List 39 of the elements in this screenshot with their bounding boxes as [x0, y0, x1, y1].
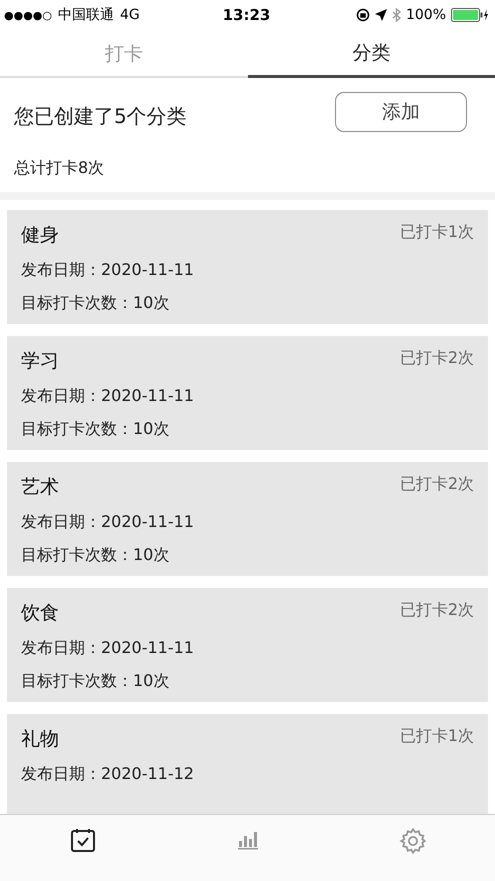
- category-name: 饮食: [21, 601, 59, 626]
- target-count: 目标打卡次数：10次: [21, 419, 170, 440]
- total-checkins-text: 总计打卡8次: [14, 158, 106, 179]
- category-name: 学习: [21, 349, 59, 374]
- clock-time: 13:23: [222, 6, 270, 24]
- checkin-count: 已打卡2次: [400, 600, 474, 621]
- tab[interactable]: 分类: [248, 30, 495, 78]
- calendar-check-icon: [70, 827, 96, 853]
- battery-charging-icon: [451, 8, 489, 22]
- battery-percentage: 100%: [406, 7, 446, 23]
- publish-date: 发布日期：2020-11-11: [21, 386, 195, 407]
- publish-date: 发布日期：2020-11-12: [21, 764, 195, 785]
- publish-date: 发布日期：2020-11-11: [21, 260, 195, 281]
- target-count: 目标打卡次数：10次: [21, 671, 170, 692]
- rotation-lock-icon: [356, 8, 370, 22]
- checkin-count: 已打卡2次: [400, 348, 474, 369]
- category-card[interactable]: 学习 已打卡2次 发布日期：2020-11-11 目标打卡次数：10次: [7, 336, 488, 450]
- add-button[interactable]: 添加: [335, 92, 467, 132]
- location-arrow-icon: [374, 9, 387, 21]
- network-type: 4G: [120, 7, 140, 23]
- checkin-count: 已打卡1次: [400, 726, 474, 747]
- category-name: 艺术: [21, 475, 59, 500]
- category-card[interactable]: 饮食 已打卡2次 发布日期：2020-11-11 目标打卡次数：10次: [7, 588, 488, 702]
- checkin-count: 已打卡2次: [400, 474, 474, 495]
- category-card[interactable]: 礼物 已打卡1次 发布日期：2020-11-12: [7, 714, 488, 814]
- target-count: 目标打卡次数：10次: [21, 545, 170, 566]
- category-card[interactable]: 健身 已打卡1次 发布日期：2020-11-11 目标打卡次数：10次: [7, 210, 488, 324]
- checkin-count: 已打卡1次: [400, 222, 474, 243]
- publish-date: 发布日期：2020-11-11: [21, 512, 195, 533]
- signal-strength: ●●●●○: [4, 8, 52, 22]
- category-card[interactable]: 艺术 已打卡2次 发布日期：2020-11-11 目标打卡次数：10次: [7, 462, 488, 576]
- settings-icon: [398, 827, 426, 855]
- category-count-text: 您已创建了5个分类: [14, 102, 187, 130]
- publish-date: 发布日期：2020-11-11: [21, 638, 195, 659]
- carrier-name: 中国联通: [58, 6, 114, 24]
- category-name: 健身: [21, 223, 59, 248]
- bluetooth-icon: [392, 8, 401, 22]
- category-name: 礼物: [21, 727, 59, 752]
- target-count: 目标打卡次数：10次: [21, 293, 170, 314]
